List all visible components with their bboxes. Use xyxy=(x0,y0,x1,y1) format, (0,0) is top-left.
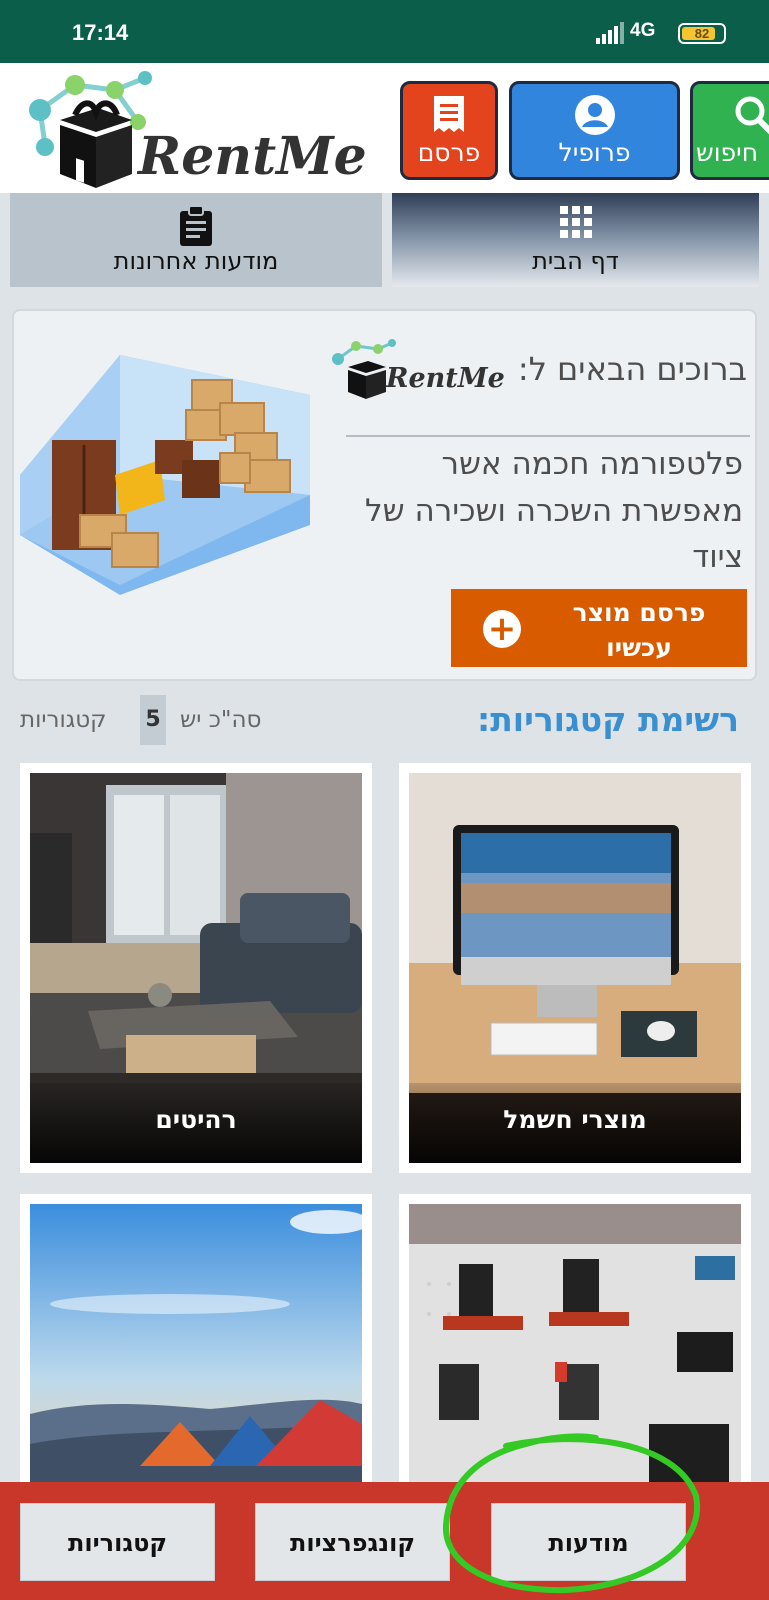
tab-home[interactable]: דף הבית xyxy=(392,193,759,287)
publish-now-label: פרסם מוצר עכשיו xyxy=(572,598,706,662)
user-icon xyxy=(574,95,615,135)
welcome-description: פלטפורמה חכמה אשר מאפשרת השכרה ושכירה של… xyxy=(365,446,743,575)
tab-recent-ads[interactable]: מודעות אחרונות xyxy=(10,193,382,287)
search-icon xyxy=(735,96,769,135)
category-card-electronics[interactable]: מוצרי חשמל xyxy=(399,763,751,1173)
categories-count-prefix: סה"כ יש xyxy=(180,707,262,733)
plus-icon: + xyxy=(483,610,521,648)
bottom-nav-bar: מודעות קונגפרציות קטגוריות xyxy=(0,1482,769,1600)
category-card-furniture[interactable]: רהיטים xyxy=(20,763,372,1173)
welcome-card: ברוכים הבאים ל: RentMe פלטפורמה חכמה אשר… xyxy=(12,309,757,681)
network-type: 4G xyxy=(630,20,656,41)
profile-button-label: פרופיל xyxy=(558,138,631,167)
bottom-nav-ads[interactable]: מודעות xyxy=(491,1503,686,1581)
welcome-divider xyxy=(346,435,750,437)
power-tools-image xyxy=(409,1204,741,1484)
publish-button[interactable]: פרסם xyxy=(400,81,498,180)
logo-text: RentMe xyxy=(138,126,367,187)
category-card-label: מוצרי חשמל xyxy=(503,1105,647,1134)
tab-recent-ads-label: מודעות אחרונות xyxy=(113,247,279,275)
tools-photo xyxy=(409,1204,741,1484)
camping-tents-image xyxy=(30,1204,362,1484)
storage-room-illustration xyxy=(20,355,310,595)
status-time: 17:14 xyxy=(72,20,129,45)
bottom-nav-categories[interactable]: קטגוריות xyxy=(20,1503,215,1581)
categories-title: רשימת קטגוריות: xyxy=(477,700,739,739)
bottom-nav-configurations[interactable]: קונגפרציות xyxy=(255,1503,450,1581)
camping-photo xyxy=(30,1204,362,1484)
status-bar: 17:14 4G 82 xyxy=(0,0,769,63)
publish-button-label: פרסם xyxy=(417,138,481,167)
welcome-logo-text: RentMe xyxy=(386,363,505,394)
category-card-tools[interactable] xyxy=(399,1194,751,1494)
publish-now-button[interactable]: + פרסם מוצר עכשיו xyxy=(451,589,747,667)
category-card-camping[interactable] xyxy=(20,1194,372,1494)
search-button-label: חיפוש xyxy=(696,138,759,167)
category-card-label: רהיטים xyxy=(155,1105,237,1134)
category-caption-overlay: מוצרי חשמל xyxy=(409,1083,741,1163)
grid-icon xyxy=(559,206,592,238)
categories-count-badge: 5 xyxy=(140,695,166,745)
signal-icon xyxy=(596,22,624,44)
tab-home-label: דף הבית xyxy=(532,247,619,275)
categories-count-suffix: קטגוריות xyxy=(20,707,107,733)
battery-level: 82 xyxy=(694,26,710,41)
search-button[interactable]: חיפוש xyxy=(690,81,769,180)
receipt-icon xyxy=(434,96,464,132)
category-caption-overlay: רהיטים xyxy=(30,1083,362,1163)
clipboard-icon xyxy=(180,205,212,246)
battery-icon: 82 xyxy=(678,23,726,44)
profile-button[interactable]: פרופיל xyxy=(509,81,680,180)
